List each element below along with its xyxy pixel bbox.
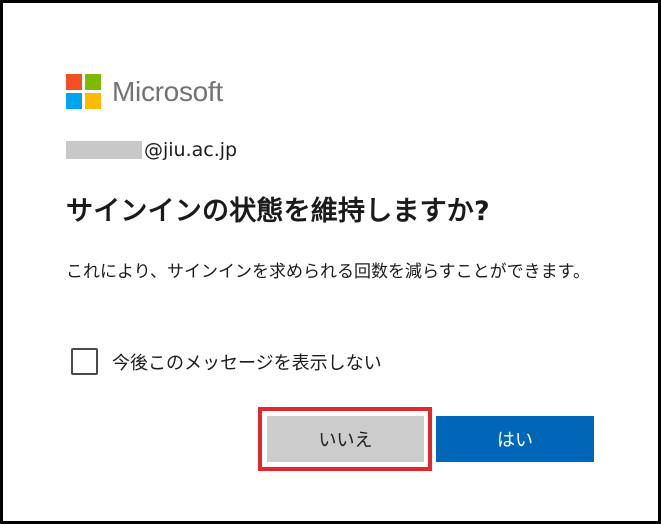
account-identity: @jiu.ac.jp	[66, 139, 237, 161]
checkbox-label: 今後このメッセージを表示しない	[112, 352, 382, 374]
microsoft-logo-icon	[66, 74, 101, 109]
logo-text: Microsoft	[112, 75, 223, 107]
description-text: これにより、サインインを求められる回数を減らすことができます。	[66, 262, 590, 282]
dont-show-again-checkbox[interactable]	[71, 348, 98, 375]
no-button[interactable]: いいえ	[267, 416, 424, 462]
email-domain: @jiu.ac.jp	[144, 139, 238, 161]
yes-button[interactable]: はい	[436, 416, 594, 462]
kmsi-dialog: Microsoft @jiu.ac.jp サインインの状態を維持しますか? これ…	[0, 0, 661, 524]
logo-square-yellow	[85, 93, 101, 109]
redacted-username	[66, 141, 142, 159]
logo-square-red	[66, 74, 82, 90]
page-title: サインインの状態を維持しますか?	[66, 196, 490, 227]
microsoft-logo: Microsoft	[66, 74, 223, 109]
dont-show-again-option[interactable]: 今後このメッセージを表示しない	[71, 348, 382, 375]
logo-square-blue	[66, 93, 82, 109]
logo-square-green	[85, 74, 101, 90]
